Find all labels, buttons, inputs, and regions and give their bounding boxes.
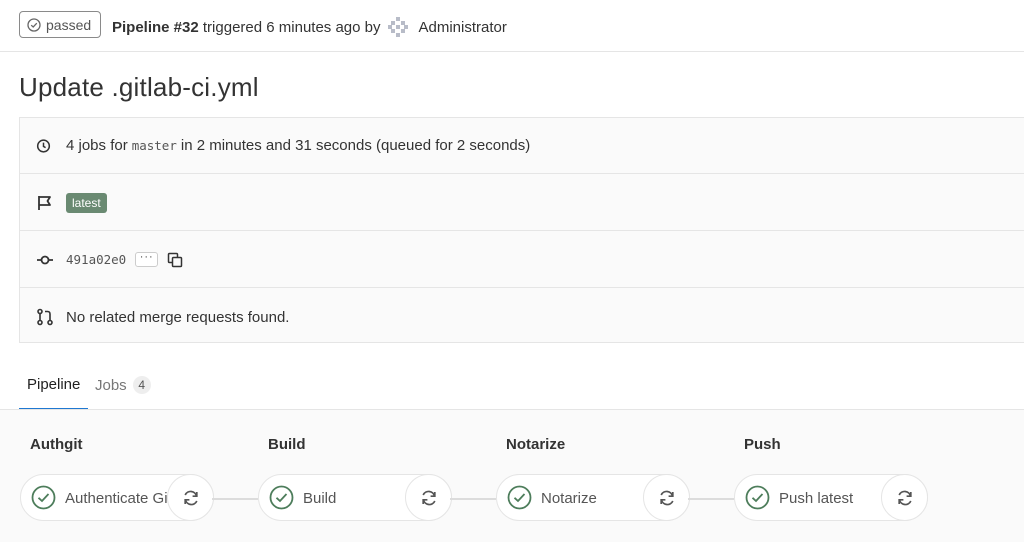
status-success-icon — [31, 485, 56, 510]
branch-name[interactable]: master — [132, 138, 177, 153]
status-success-icon — [269, 485, 294, 510]
retry-icon — [421, 490, 436, 505]
pipeline-tabs: Pipeline Jobs 4 — [19, 360, 1024, 410]
page-title: Update .gitlab-ci.yml — [19, 72, 259, 102]
retry-button[interactable] — [405, 474, 452, 521]
retry-button[interactable] — [881, 474, 928, 521]
jobs-prefix: 4 jobs for — [66, 137, 128, 154]
retry-button[interactable] — [643, 474, 690, 521]
job-name: Push latest — [779, 490, 854, 507]
check-circle-icon — [27, 17, 41, 32]
tab-pipeline-label: Pipeline — [27, 375, 81, 393]
user-link[interactable]: Administrator — [419, 19, 507, 36]
stage-connector — [212, 498, 258, 500]
pipeline-summary: Pipeline #32 triggered 6 minutes ago by … — [112, 16, 507, 38]
stage-connector — [688, 498, 734, 500]
status-badge[interactable]: passed — [19, 11, 101, 38]
commit-sha-link[interactable]: 491a02e0 — [66, 252, 126, 267]
tag-row: latest — [20, 175, 1024, 231]
job-name: Build — [303, 490, 337, 507]
tab-jobs-label: Jobs — [95, 376, 127, 394]
clock-icon — [36, 138, 51, 153]
stage-title: Push — [744, 436, 781, 453]
jobs-count-badge: 4 — [132, 376, 151, 394]
merge-request-row: No related merge requests found. — [20, 289, 1024, 345]
job-item[interactable]: Build — [258, 474, 452, 521]
latest-badge: latest — [66, 192, 107, 213]
jobs-duration: in 2 minutes and 31 seconds (queued for … — [180, 137, 531, 154]
avatar[interactable] — [387, 16, 409, 38]
commit-icon — [37, 255, 53, 264]
status-success-icon — [745, 485, 770, 510]
pipeline-label: Pipeline #32 — [112, 18, 199, 36]
stage-title: Build — [268, 436, 306, 453]
toggle-commit-description-button[interactable]: ··· — [135, 251, 159, 267]
copy-icon[interactable] — [167, 252, 183, 268]
stage-title: Authgit — [30, 436, 83, 453]
retry-icon — [659, 490, 674, 505]
status-success-icon — [507, 485, 532, 510]
status-label: passed — [46, 16, 92, 33]
retry-icon — [183, 490, 198, 505]
job-name: Notarize — [541, 490, 597, 507]
stage-title: Notarize — [506, 436, 566, 453]
tab-jobs[interactable]: Jobs 4 — [95, 360, 151, 410]
flag-icon — [38, 195, 51, 210]
retry-button[interactable] — [167, 474, 214, 521]
merge-request-icon — [37, 308, 53, 326]
pipeline-info-box: 4 jobs for master in 2 minutes and 31 se… — [19, 117, 1024, 343]
pipeline-header: passed Pipeline #32 triggered 6 minutes … — [0, 0, 1024, 52]
job-item[interactable]: Authenticate Git — [20, 474, 214, 521]
retry-icon — [897, 490, 912, 505]
job-name: Authenticate Git — [65, 490, 172, 507]
triggered-text: triggered 6 minutes ago by — [202, 18, 381, 36]
job-item[interactable]: Push latest — [734, 474, 928, 521]
stage-connector — [450, 498, 496, 500]
merge-requests-text: No related merge requests found. — [66, 308, 290, 326]
pipeline-graph: Authgit Authenticate Git Build Build Not… — [0, 409, 1024, 542]
jobs-summary-row: 4 jobs for master in 2 minutes and 31 se… — [20, 118, 1024, 174]
tab-pipeline[interactable]: Pipeline — [19, 360, 89, 410]
job-item[interactable]: Notarize — [496, 474, 690, 521]
commit-row: 491a02e0 ··· — [20, 232, 1024, 288]
